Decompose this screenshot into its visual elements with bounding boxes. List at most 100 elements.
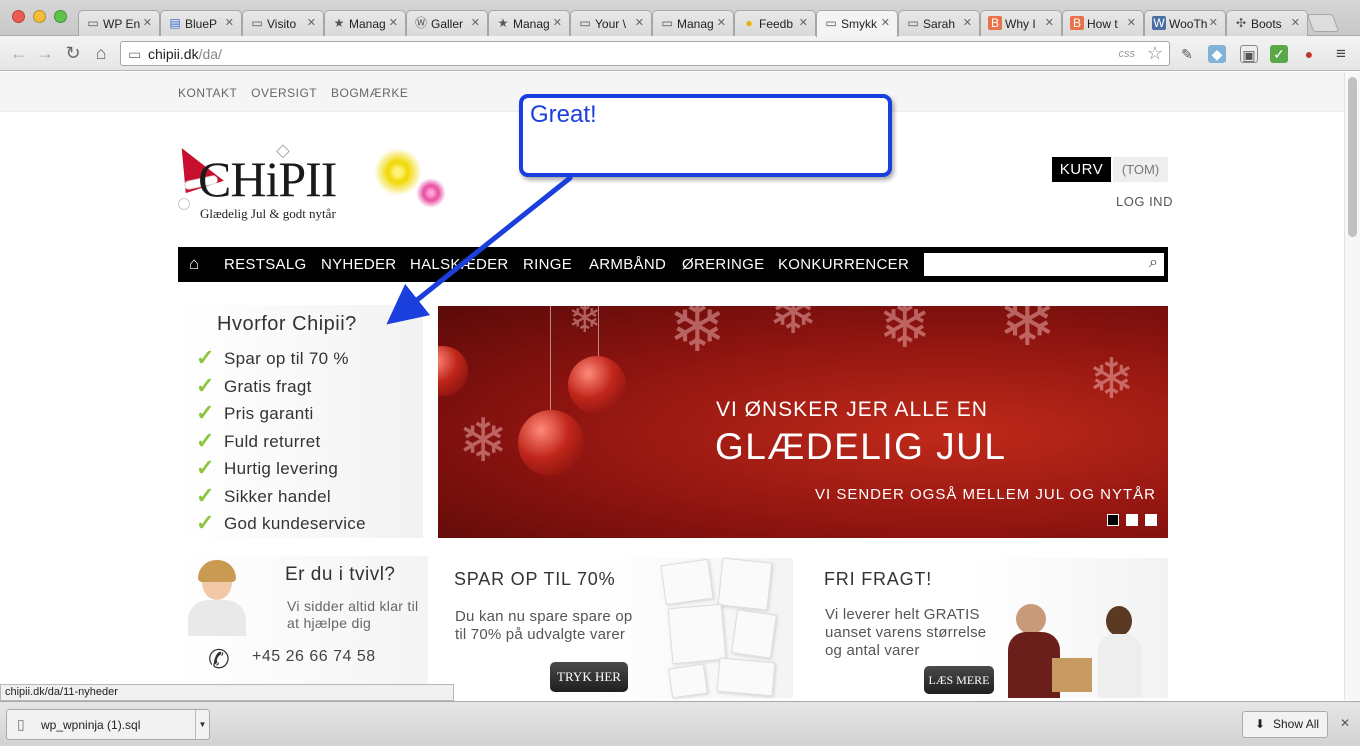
page-scrollbar[interactable] (1344, 72, 1360, 700)
close-icon[interactable]: ✕ (471, 16, 480, 29)
help-text: Vi sidder altid klar til at hjælpe dig (287, 598, 419, 631)
benefit-item: ✓ Hurtig levering (196, 455, 339, 480)
menu-icon[interactable]: ≡ (1332, 45, 1350, 63)
slide-dot-active[interactable] (1107, 514, 1119, 526)
star-icon: ★ (333, 16, 345, 30)
support-agent-image (184, 560, 250, 636)
extension-icon[interactable]: ◆ (1208, 45, 1226, 63)
close-icon[interactable]: ✕ (1209, 16, 1218, 29)
snowflake-icon: ❄ (998, 306, 1057, 360)
close-icon[interactable]: ✕ (1127, 16, 1136, 29)
forward-button[interactable]: → (34, 42, 56, 64)
browser-tab[interactable]: ▭ Sarah ✕ (898, 10, 980, 36)
browser-tab[interactable]: ★ Manag ✕ (324, 10, 406, 36)
address-bar[interactable]: ▭ chipii.dk/da/ css ☆ (120, 41, 1170, 66)
screenshot-icon[interactable]: ▣ (1240, 45, 1258, 63)
browser-tab[interactable]: ▤ BlueP ✕ (160, 10, 242, 36)
minimize-window-button[interactable] (33, 10, 46, 23)
bracelet-image (716, 657, 776, 697)
cart-button[interactable]: KURV (1052, 157, 1111, 182)
nav-ringe[interactable]: RINGE (523, 256, 572, 273)
topnav-bogmaerke[interactable]: BOGMÆRKE (331, 86, 408, 100)
download-item[interactable]: ▯ wp_wpninja (1).sql ▼ (6, 709, 210, 740)
evernote-icon[interactable]: ✓ (1270, 45, 1288, 63)
search-icon[interactable]: ⌕ (1149, 254, 1158, 272)
bookmark-star-icon[interactable]: ☆ (1147, 43, 1163, 64)
help-block: Er du i tvivl? Vi sidder altid klar til … (178, 556, 428, 696)
nav-armbaand[interactable]: ARMBÅND (589, 256, 666, 273)
browser-tab[interactable]: ▭ Manag ✕ (652, 10, 734, 36)
ornament (568, 356, 626, 414)
close-icon[interactable]: ✕ (799, 16, 808, 29)
promo-sale-text1: Du kan nu spare spare op (455, 608, 633, 625)
browser-tab[interactable]: B How t ✕ (1062, 10, 1144, 36)
close-icon[interactable]: ✕ (1291, 16, 1300, 29)
extension-car-icon[interactable]: ● (1300, 45, 1318, 63)
chevron-down-icon[interactable]: ▼ (195, 710, 209, 739)
nav-nyheder[interactable]: NYHEDER (321, 256, 396, 273)
login-link[interactable]: LOG IND (1116, 194, 1173, 209)
topnav-oversigt[interactable]: OVERSIGT (251, 86, 317, 100)
status-bar-url: chipii.dk/da/11-nyheder (0, 684, 454, 701)
banner-line1: VI ØNSKER JER ALLE EN (716, 398, 988, 421)
close-icon[interactable]: ✕ (1045, 16, 1054, 29)
slide-dot[interactable] (1145, 514, 1157, 526)
new-tab-button[interactable] (1306, 14, 1340, 32)
nav-konkurrencer[interactable]: KONKURRENCER (778, 256, 909, 273)
site-logo[interactable]: CHiPII ◇ Glædelig Jul & godt nytår (172, 138, 448, 228)
browser-tab[interactable]: ▭ Your \ ✕ (570, 10, 652, 36)
browser-tab[interactable]: W WooTh ✕ (1144, 10, 1226, 36)
reload-button[interactable]: ↻ (62, 42, 84, 64)
back-button[interactable]: ← (8, 42, 30, 64)
home-button[interactable]: ⌂ (90, 42, 112, 64)
close-icon[interactable]: ✕ (143, 16, 152, 29)
snowflake-icon: ❄ (768, 306, 819, 346)
close-icon[interactable]: ✕ (553, 16, 562, 29)
close-icon[interactable]: ✕ (963, 16, 972, 29)
close-icon[interactable]: ✕ (225, 16, 234, 29)
css-badge[interactable]: css (1119, 48, 1136, 60)
annotation-text: Great! (530, 101, 597, 128)
page-icon: ▭ (251, 16, 263, 30)
nav-restsalg[interactable]: RESTSALG (224, 256, 306, 273)
slide-dot[interactable] (1126, 514, 1138, 526)
christmas-banner[interactable]: ❄ ❄ ❄ ❄ ❄ ❄ ❄ VI ØNSKER JER ALLE EN GLÆD… (438, 306, 1168, 538)
browser-tab[interactable]: ▭ Visito ✕ (242, 10, 324, 36)
close-icon[interactable]: ✕ (881, 16, 890, 29)
file-icon: ▯ (17, 716, 25, 732)
browser-tab[interactable]: Ⓦ Galler ✕ (406, 10, 488, 36)
close-icon[interactable]: ✕ (389, 16, 398, 29)
close-window-button[interactable] (12, 10, 25, 23)
show-all-downloads-button[interactable]: ⬇ Show All (1242, 711, 1328, 738)
checkmark-icon: ✓ (196, 400, 215, 425)
browser-tab[interactable]: ● Feedb ✕ (734, 10, 816, 36)
nav-oereringe[interactable]: ØRERINGE (682, 256, 764, 273)
search-input[interactable] (924, 253, 1134, 276)
url-host: chipii.dk (148, 46, 199, 62)
url-path: /da/ (198, 46, 222, 62)
close-icon[interactable]: ✕ (717, 16, 726, 29)
snowflake-icon: ❄ (1088, 347, 1135, 410)
checkmark-icon: ✓ (196, 345, 215, 370)
browser-tab[interactable]: B Why I ✕ (980, 10, 1062, 36)
wrench-icon[interactable]: ✎ (1178, 45, 1196, 63)
zoom-window-button[interactable] (54, 10, 67, 23)
close-icon[interactable]: ✕ (1340, 716, 1350, 730)
checkmark-icon: ✓ (196, 372, 215, 398)
download-filename: wp_wpninja (1).sql (41, 718, 141, 732)
browser-tab[interactable]: ★ Manag ✕ (488, 10, 570, 36)
browser-tab[interactable]: ▭ WP En ✕ (78, 10, 160, 36)
laes-mere-button[interactable]: LÆS MERE (924, 666, 994, 694)
tryk-her-button[interactable]: TRYK HER (550, 662, 628, 692)
promo-shipping-text1: Vi leverer helt GRATIS (825, 606, 980, 623)
nav-halskaeder[interactable]: HALSKÆDER (410, 256, 509, 273)
close-icon[interactable]: ✕ (635, 16, 644, 29)
topnav-kontakt[interactable]: KONTAKT (178, 86, 237, 100)
home-icon[interactable]: ⌂ (189, 254, 199, 274)
browser-tab[interactable]: ✣ Boots ✕ (1226, 10, 1308, 36)
browser-tab-active[interactable]: ▭ Smykk ✕ (816, 10, 898, 37)
phone-number[interactable]: +45 26 66 74 58 (252, 648, 376, 666)
close-icon[interactable]: ✕ (307, 16, 316, 29)
scrollbar-thumb[interactable] (1348, 77, 1357, 237)
cart-status[interactable]: (TOM) (1113, 157, 1168, 182)
